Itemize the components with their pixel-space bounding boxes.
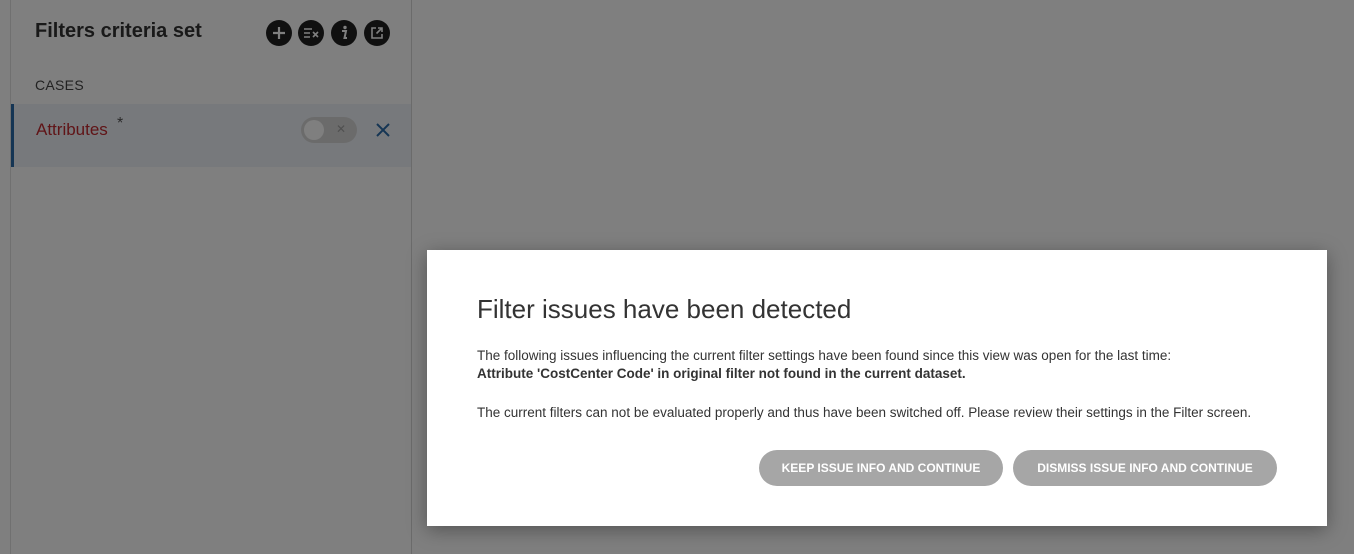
- dialog-note: The current filters can not be evaluated…: [477, 405, 1252, 420]
- dialog-issue-text: Attribute 'CostCenter Code' in original …: [477, 366, 966, 381]
- dialog-title: Filter issues have been detected: [477, 294, 852, 324]
- keep-issue-info-button[interactable]: KEEP ISSUE INFO AND CONTINUE: [759, 450, 1003, 486]
- dismiss-issue-info-button[interactable]: DISMISS ISSUE INFO AND CONTINUE: [1013, 450, 1277, 486]
- filter-issues-dialog: Filter issues have been detected The fol…: [427, 250, 1327, 526]
- dialog-message: The following issues influencing the cur…: [477, 348, 1172, 363]
